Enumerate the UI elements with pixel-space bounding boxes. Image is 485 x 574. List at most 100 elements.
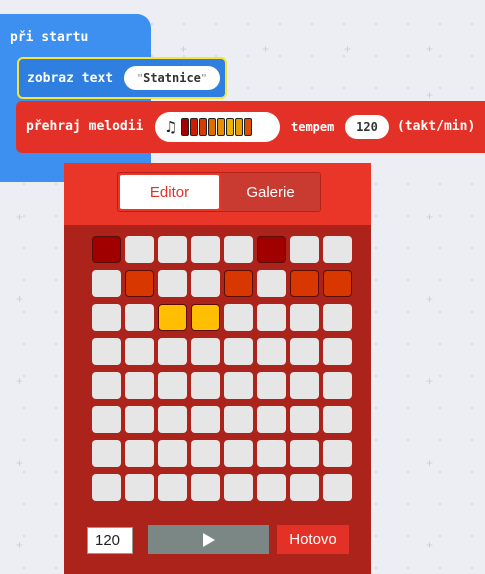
grid-plus: + — [426, 538, 434, 552]
note-cell[interactable] — [158, 440, 187, 467]
editor-tabs: Editor Galerie — [117, 172, 321, 212]
note-cell[interactable] — [323, 406, 352, 433]
note-cell[interactable] — [125, 440, 154, 467]
note-cell[interactable] — [158, 236, 187, 263]
note-cell[interactable] — [323, 440, 352, 467]
show-text-label: zobraz text — [27, 71, 114, 86]
grid-plus: + — [16, 538, 24, 552]
note-cell[interactable] — [125, 236, 154, 263]
note-cell[interactable] — [158, 270, 187, 297]
note-cell[interactable] — [92, 474, 121, 501]
grid-plus: + — [180, 42, 188, 56]
note-cell[interactable] — [257, 406, 286, 433]
note-cell[interactable] — [191, 406, 220, 433]
show-text-block[interactable]: zobraz text " Statnice " — [17, 57, 227, 99]
note-cell[interactable] — [92, 372, 121, 399]
note-cell[interactable] — [125, 406, 154, 433]
grid-plus: + — [426, 210, 434, 224]
note-cell[interactable] — [92, 304, 121, 331]
grid-plus: + — [16, 456, 24, 470]
note-cell[interactable] — [92, 406, 121, 433]
note-cell[interactable] — [257, 304, 286, 331]
note-cell[interactable] — [323, 474, 352, 501]
play-icon — [202, 532, 215, 547]
note-cell-active[interactable] — [323, 270, 352, 297]
on-start-label: při startu — [10, 30, 89, 45]
melody-preview-note — [244, 118, 253, 136]
done-button[interactable]: Hotovo — [277, 525, 349, 554]
grid-plus: + — [426, 292, 434, 306]
note-cell-active[interactable] — [125, 270, 154, 297]
note-cell[interactable] — [224, 304, 253, 331]
grid-plus: + — [16, 374, 24, 388]
note-cell[interactable] — [323, 304, 352, 331]
show-text-input[interactable]: " Statnice " — [124, 66, 220, 90]
note-cell[interactable] — [290, 406, 319, 433]
note-cell-active[interactable] — [92, 236, 121, 263]
note-cell-active[interactable] — [257, 236, 286, 263]
note-cell[interactable] — [224, 406, 253, 433]
melody-field[interactable]: ♫ — [155, 112, 280, 142]
tempo-label: tempem — [291, 120, 335, 134]
melody-preview-note — [226, 118, 235, 136]
note-cell[interactable] — [290, 474, 319, 501]
play-melody-label: přehraj melodii — [26, 119, 144, 134]
note-cell[interactable] — [323, 236, 352, 263]
note-cell[interactable] — [290, 338, 319, 365]
note-cell[interactable] — [191, 440, 220, 467]
note-cell[interactable] — [191, 372, 220, 399]
play-button[interactable] — [148, 525, 269, 554]
melody-preview-note — [217, 118, 226, 136]
melody-preview-note — [199, 118, 208, 136]
melody-preview-note — [235, 118, 244, 136]
grid-plus: + — [16, 292, 24, 306]
note-cell[interactable] — [257, 338, 286, 365]
note-cell[interactable] — [224, 236, 253, 263]
tempo-input[interactable]: 120 — [345, 115, 389, 139]
bpm-input[interactable]: 120 — [87, 527, 133, 554]
note-cell[interactable] — [92, 440, 121, 467]
note-cell[interactable] — [323, 372, 352, 399]
note-cell-active[interactable] — [191, 304, 220, 331]
note-cell[interactable] — [224, 474, 253, 501]
note-cell-active[interactable] — [158, 304, 187, 331]
note-cell[interactable] — [224, 338, 253, 365]
note-cell[interactable] — [125, 304, 154, 331]
note-cell[interactable] — [125, 474, 154, 501]
note-cell[interactable] — [224, 440, 253, 467]
note-cell[interactable] — [92, 338, 121, 365]
tempo-unit-label: (takt/min) — [397, 119, 476, 134]
note-cell[interactable] — [191, 474, 220, 501]
note-cell[interactable] — [257, 270, 286, 297]
note-cell[interactable] — [257, 440, 286, 467]
note-cell[interactable] — [191, 338, 220, 365]
note-cell[interactable] — [290, 236, 319, 263]
grid-plus: + — [16, 210, 24, 224]
note-cell[interactable] — [191, 270, 220, 297]
note-cell[interactable] — [158, 406, 187, 433]
note-cell-active[interactable] — [224, 270, 253, 297]
note-cell[interactable] — [125, 372, 154, 399]
melody-preview-note — [190, 118, 199, 136]
tab-editor[interactable]: Editor — [120, 175, 219, 209]
tab-gallery[interactable]: Galerie — [221, 173, 320, 211]
note-cell[interactable] — [125, 338, 154, 365]
note-cell[interactable] — [257, 372, 286, 399]
melody-preview-note — [208, 118, 217, 136]
music-note-icon: ♫ — [164, 118, 178, 136]
note-cell[interactable] — [290, 372, 319, 399]
note-cell[interactable] — [158, 338, 187, 365]
grid-plus: + — [426, 42, 434, 56]
note-cell-active[interactable] — [290, 270, 319, 297]
note-cell[interactable] — [290, 440, 319, 467]
note-cell[interactable] — [257, 474, 286, 501]
note-cell[interactable] — [290, 304, 319, 331]
note-cell[interactable] — [224, 372, 253, 399]
grid-plus: + — [344, 42, 352, 56]
note-cell[interactable] — [158, 474, 187, 501]
note-cell[interactable] — [323, 338, 352, 365]
note-cell[interactable] — [191, 236, 220, 263]
play-melody-block[interactable]: přehraj melodii ♫ tempem 120 (takt/min) — [16, 101, 485, 153]
note-cell[interactable] — [158, 372, 187, 399]
note-cell[interactable] — [92, 270, 121, 297]
